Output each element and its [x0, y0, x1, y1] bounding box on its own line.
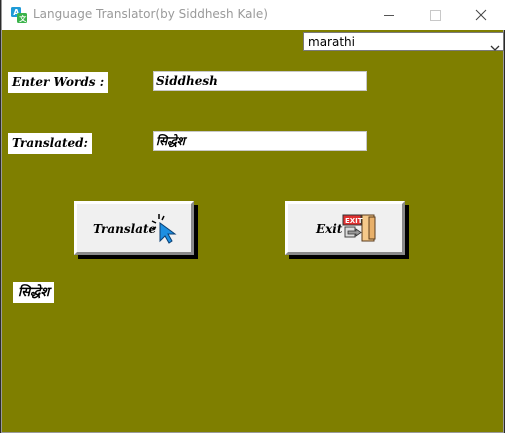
app-window: A 文 Language Translator(by Siddhesh Kale… — [1, 0, 505, 433]
minimize-button[interactable] — [366, 0, 412, 30]
minimize-icon — [384, 15, 394, 16]
translated-label: Translated: — [8, 133, 92, 154]
svg-text:EXIT: EXIT — [345, 217, 363, 225]
title-bar: A 文 Language Translator(by Siddhesh Kale… — [2, 0, 505, 30]
translate-button[interactable]: Translate — [74, 201, 194, 255]
window-title: Language Translator(by Siddhesh Kale) — [33, 7, 268, 21]
language-select-value: marathi — [308, 35, 355, 49]
svg-text:文: 文 — [19, 14, 27, 23]
language-select[interactable]: marathi — [303, 32, 504, 51]
exit-button-label: Exit — [316, 222, 343, 236]
maximize-button[interactable] — [412, 0, 458, 30]
translated-field[interactable]: सिद्धेश — [153, 131, 367, 151]
close-button[interactable] — [458, 0, 504, 30]
close-icon — [475, 9, 487, 21]
enter-words-input[interactable]: Siddhesh — [153, 71, 367, 91]
chevron-down-icon[interactable] — [490, 37, 500, 56]
cursor-click-icon — [151, 214, 177, 244]
exit-door-icon: EXIT — [342, 214, 376, 242]
maximize-icon — [430, 10, 441, 21]
translate-button-label: Translate — [93, 222, 157, 236]
translation-output: सिद्धेश — [13, 282, 55, 303]
app-icon: A 文 — [10, 6, 28, 24]
exit-button[interactable]: Exit EXIT — [285, 201, 405, 255]
enter-words-label: Enter Words : — [8, 72, 109, 93]
